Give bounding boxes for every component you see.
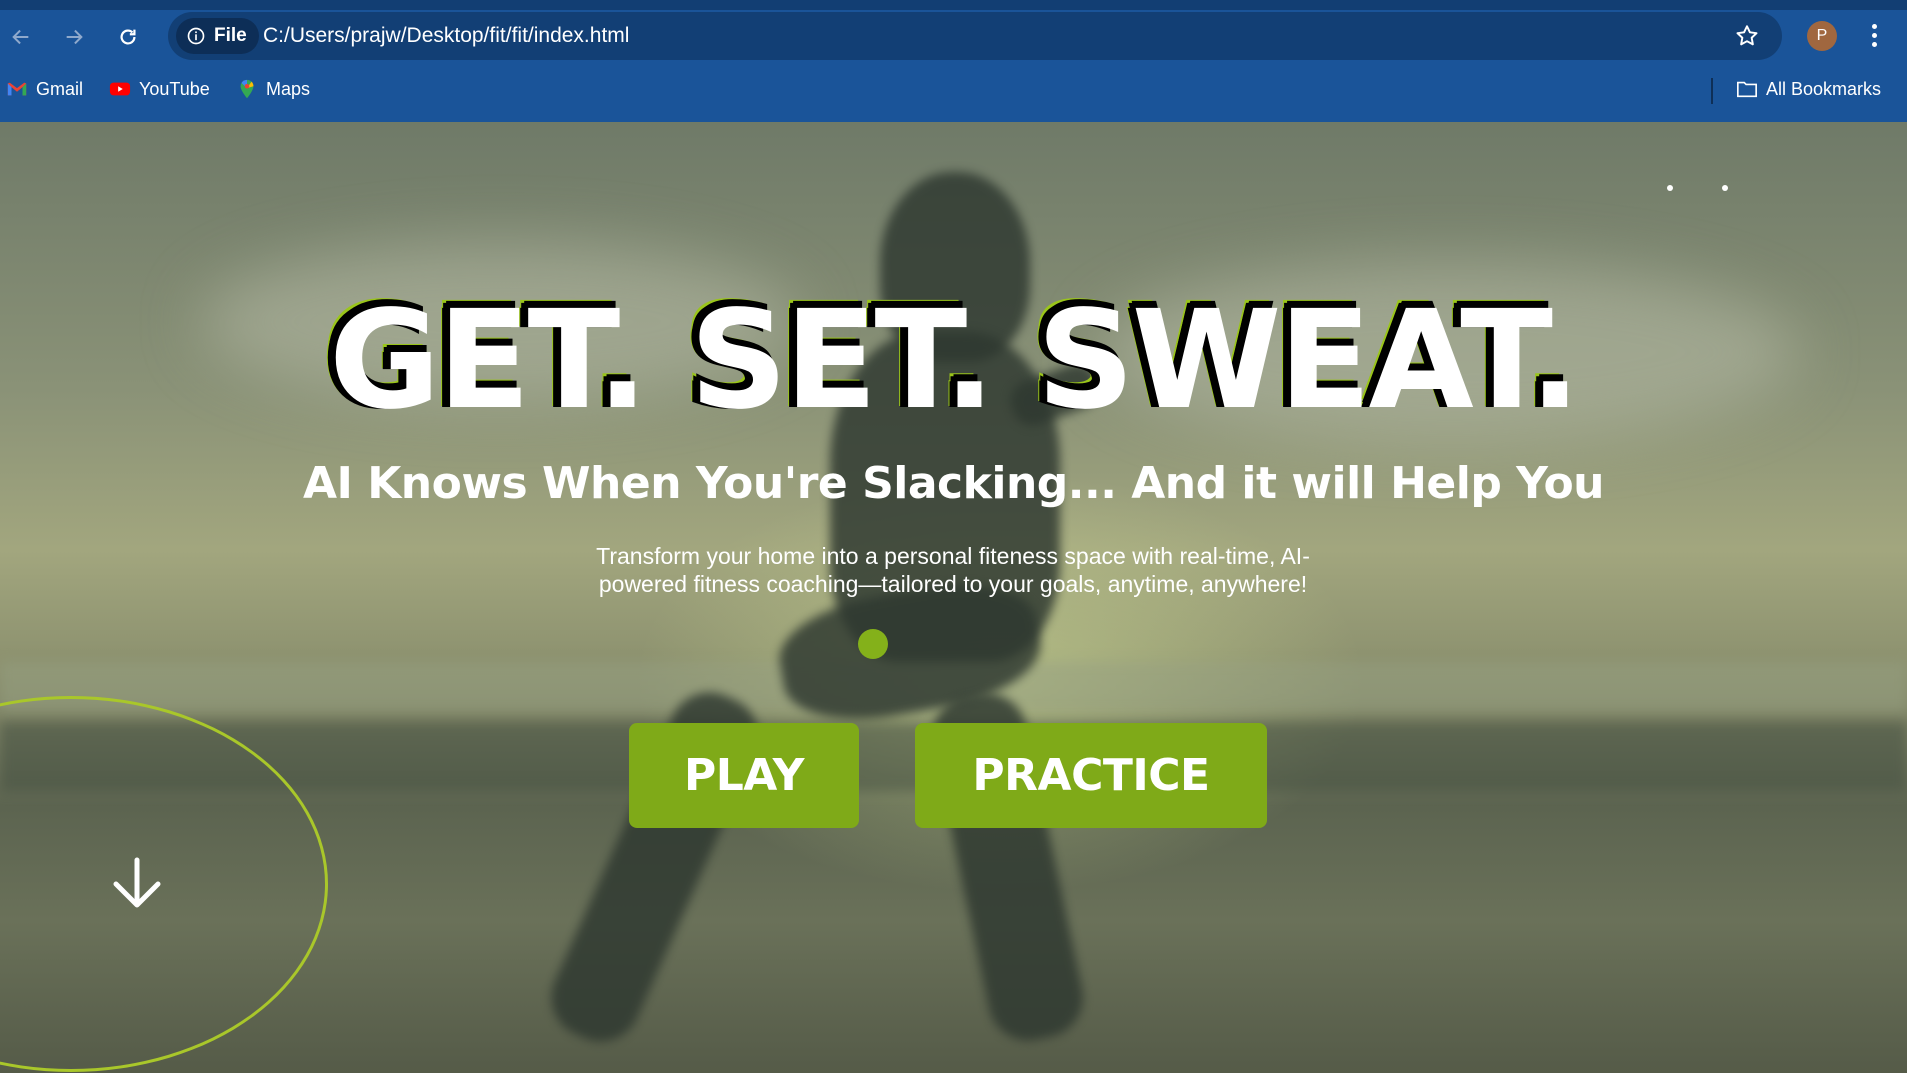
url-text[interactable]: C:/Users/prajw/Desktop/fit/fit/index.htm… bbox=[263, 24, 629, 48]
more-menu-icon[interactable] bbox=[1864, 20, 1884, 52]
practice-button[interactable]: PRACTICE bbox=[915, 723, 1267, 828]
bookmark-label: Maps bbox=[266, 78, 311, 99]
all-bookmarks-label: All Bookmarks bbox=[1766, 78, 1882, 99]
arrow-left-icon bbox=[12, 29, 29, 45]
browser-toolbar: File C:/Users/prajw/Desktop/fit/fit/inde… bbox=[0, 0, 1907, 122]
decorative-dot bbox=[1722, 185, 1728, 191]
folder-icon bbox=[1737, 81, 1757, 98]
tab-strip-edge bbox=[0, 0, 1907, 10]
reload-icon bbox=[120, 29, 136, 45]
bookmark-label: YouTube bbox=[139, 78, 210, 99]
hero-headline: GET. SET. SWEAT. bbox=[329, 282, 1581, 440]
bookmark-gmail[interactable]: Gmail bbox=[6, 78, 83, 100]
address-bar[interactable]: File C:/Users/prajw/Desktop/fit/fit/inde… bbox=[168, 12, 1782, 60]
star-icon[interactable] bbox=[1734, 23, 1760, 49]
arrow-right-icon bbox=[66, 29, 83, 45]
info-icon bbox=[187, 27, 205, 45]
all-bookmarks-button[interactable]: All Bookmarks bbox=[1736, 78, 1881, 100]
play-button[interactable]: PLAY bbox=[629, 723, 859, 828]
hero-description: Transform your home into a personal fite… bbox=[596, 543, 1310, 597]
forward-button[interactable] bbox=[57, 20, 91, 54]
gmail-icon bbox=[7, 82, 27, 96]
maps-icon bbox=[240, 79, 254, 99]
bookmark-youtube[interactable]: YouTube bbox=[109, 78, 210, 100]
bookmark-maps[interactable]: Maps bbox=[236, 78, 310, 100]
profile-avatar[interactable]: P bbox=[1807, 21, 1837, 51]
cursor-dot bbox=[858, 629, 888, 659]
youtube-icon bbox=[109, 82, 131, 96]
reload-button[interactable] bbox=[111, 20, 145, 54]
site-info-chip[interactable]: File bbox=[176, 18, 259, 54]
hero-subheadline: AI Knows When You're Slacking... And it … bbox=[302, 458, 1605, 509]
arrow-down-icon[interactable] bbox=[110, 856, 164, 912]
decorative-dot bbox=[1667, 185, 1673, 191]
bookmark-divider bbox=[1711, 78, 1713, 104]
hero-section: GET. SET. SWEAT. AI Knows When You're Sl… bbox=[0, 122, 1907, 1073]
back-button[interactable] bbox=[4, 20, 38, 54]
site-info-label: File bbox=[214, 25, 247, 46]
bookmark-label: Gmail bbox=[36, 78, 84, 99]
